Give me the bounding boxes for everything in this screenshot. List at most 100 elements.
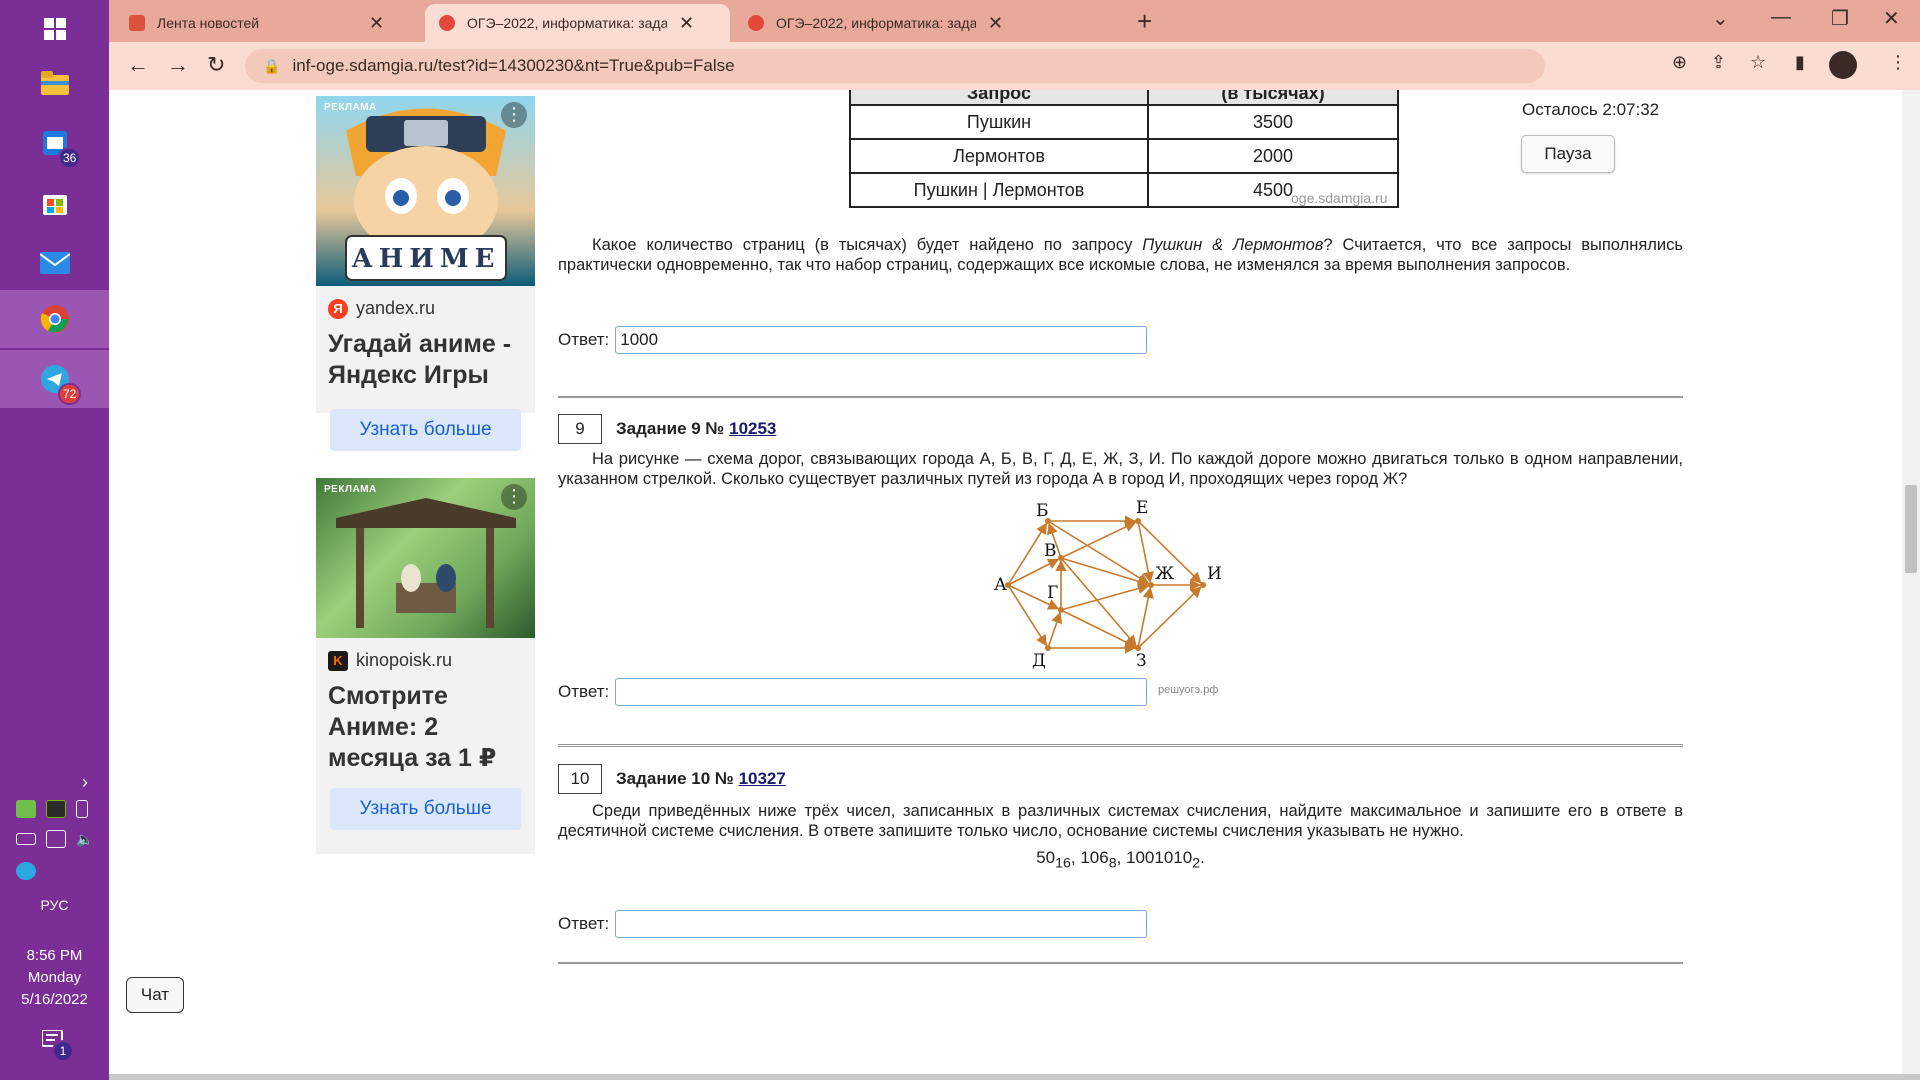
address-bar[interactable]: 🔒 inf-oge.sdamgia.ru/test?id=14300230&nt… xyxy=(245,49,1545,83)
outlook-mail-icon[interactable] xyxy=(0,234,109,292)
side-panel-icon[interactable]: ▮ xyxy=(1795,52,1805,73)
answer-label: Ответ: xyxy=(558,914,610,933)
nvidia-icon[interactable] xyxy=(16,800,36,818)
number-base: 16 xyxy=(1055,855,1071,872)
store-icon[interactable] xyxy=(0,174,109,232)
back-arrow-icon[interactable]: ← xyxy=(127,52,149,78)
ad-title[interactable]: Смотрите Аниме: 2 месяца за 1 ₽ xyxy=(316,671,535,774)
ad-source-domain: yandex.ru xyxy=(356,298,436,318)
chat-button[interactable]: Чат xyxy=(126,977,184,1013)
ad-learn-more-button[interactable]: Узнать больше xyxy=(330,788,521,830)
web-page: РЕКЛАМА ⋮ АНИМЕ Я yandex.ru Угадай аниме… xyxy=(109,90,1920,1080)
table-header-count: (в тысячах) xyxy=(1147,90,1399,106)
task-number-box[interactable]: 9 xyxy=(558,414,602,444)
reload-icon[interactable]: ↻ xyxy=(207,52,225,78)
tab-oge[interactable]: ОГЭ–2022, информатика: задания ✕ xyxy=(734,4,1034,42)
task-id-link[interactable]: 10253 xyxy=(729,419,776,438)
tab-oge-active[interactable]: ОГЭ–2022, информатика: задания ✕ xyxy=(425,4,730,42)
task10-answer-input[interactable] xyxy=(615,910,1148,938)
city-label: З xyxy=(1136,651,1147,671)
windows-start-icon[interactable] xyxy=(0,0,109,58)
ad-title[interactable]: Угадай аниме - Яндекс Игры xyxy=(316,319,535,391)
volume-icon[interactable]: 🔈 xyxy=(76,831,93,848)
close-tab-icon[interactable]: ✕ xyxy=(988,13,1003,34)
number-base: 2 xyxy=(1192,855,1201,872)
close-tab-icon[interactable]: ✕ xyxy=(679,13,694,34)
city-label: Е xyxy=(1136,500,1148,518)
ad-learn-more-button[interactable]: Узнать больше xyxy=(330,409,521,451)
ad-card-kinopoisk[interactable]: РЕКЛАМА ⋮ K kinopoisk.ru Смотрите Аниме:… xyxy=(316,478,535,854)
restore-icon[interactable]: ❐ xyxy=(1831,6,1849,31)
divider xyxy=(558,744,1683,747)
answer-label: Ответ: xyxy=(558,682,610,701)
tab-title: ОГЭ–2022, информатика: задания xyxy=(467,15,667,31)
bookmark-star-icon[interactable]: ☆ xyxy=(1750,52,1766,73)
task8-question: Какое количество страниц (в тысячах) буд… xyxy=(558,235,1683,275)
road-edge-Б-Ж xyxy=(1047,520,1150,585)
tab-search-chevron-icon[interactable]: ⌄ xyxy=(1712,6,1729,31)
notification-badge: 1 xyxy=(52,1040,74,1062)
table-cell: Пушкин | Лермонтов xyxy=(849,172,1149,208)
close-window-icon[interactable]: ✕ xyxy=(1883,6,1900,31)
city-label: А xyxy=(994,575,1007,595)
city-node xyxy=(1200,582,1206,588)
table-row: Пушкин 3500 xyxy=(849,104,1399,140)
task-id-link[interactable]: 10327 xyxy=(739,769,786,788)
minimize-icon[interactable]: — xyxy=(1771,6,1791,29)
clock[interactable]: 8:56 PM Monday 5/16/2022 xyxy=(0,945,109,1011)
language-indicator[interactable]: РУС xyxy=(0,897,109,913)
profile-avatar[interactable] xyxy=(1829,51,1857,79)
task8-answer-input[interactable] xyxy=(615,326,1148,354)
file-explorer-icon[interactable] xyxy=(0,54,109,112)
number-value: 1001010 xyxy=(1126,848,1193,867)
share-icon[interactable]: ⇪ xyxy=(1711,52,1726,73)
ad-card-anime[interactable]: РЕКЛАМА ⋮ АНИМЕ Я yandex.ru Угадай аниме… xyxy=(316,96,535,451)
road-edge-Г-З xyxy=(1060,609,1137,648)
table-cell: Лермонтов xyxy=(849,138,1149,174)
vertical-scrollbar[interactable] xyxy=(1902,90,1920,1080)
notifications-icon[interactable]: 1 xyxy=(41,1029,74,1062)
menu-kebab-icon[interactable]: ⋮ xyxy=(1889,52,1907,73)
task-number-box[interactable]: 10 xyxy=(558,764,602,794)
yandex-logo-icon: Я xyxy=(328,298,348,319)
ad-menu-icon[interactable]: ⋮ xyxy=(501,484,527,510)
city-label: Ж xyxy=(1155,564,1174,584)
chevron-right-icon[interactable]: › xyxy=(82,772,88,793)
task-title-text: Задание 10 № xyxy=(616,769,739,788)
scrollbar-thumb[interactable] xyxy=(1905,485,1917,573)
city-node xyxy=(1135,518,1141,524)
road-graph: А БВ Г Д Е Ж З И решуогэ.рф xyxy=(988,498,1258,700)
battery-icon[interactable] xyxy=(16,833,36,845)
city-node xyxy=(1148,582,1154,588)
ad-menu-icon[interactable]: ⋮ xyxy=(501,102,527,128)
tab-news[interactable]: Лента новостей ✕ xyxy=(115,4,425,42)
browser-tab-strip: Лента новостей ✕ ОГЭ–2022, информатика: … xyxy=(109,0,1920,42)
close-tab-icon[interactable]: ✕ xyxy=(369,13,384,34)
telegram-icon[interactable]: 72 xyxy=(0,350,109,408)
city-label: И xyxy=(1207,564,1222,584)
number-base: 8 xyxy=(1108,855,1117,872)
chrome-icon[interactable] xyxy=(0,290,109,348)
pause-button[interactable]: Пауза xyxy=(1521,135,1615,173)
lock-icon[interactable]: 🔒 xyxy=(263,58,280,75)
usb-icon[interactable] xyxy=(76,800,88,818)
task8-question-start: Какое количество страниц (в тысячах) буд… xyxy=(592,236,1143,254)
answer-label: Ответ: xyxy=(558,330,610,349)
time-remaining: Осталось 2:07:32 xyxy=(1522,100,1660,119)
horizontal-scrollbar[interactable] xyxy=(109,1074,1920,1080)
geforce-icon[interactable] xyxy=(46,800,66,818)
telegram-badge: 72 xyxy=(58,383,82,405)
zoom-icon[interactable]: ⊕ xyxy=(1672,52,1687,73)
telegram-tray-icon[interactable] xyxy=(16,862,36,880)
network-icon[interactable] xyxy=(46,830,66,848)
task9-answer-input[interactable] xyxy=(615,678,1148,706)
ad-image-garden[interactable]: РЕКЛАМА ⋮ xyxy=(316,478,535,638)
table-header-query: Запрос xyxy=(849,90,1149,106)
city-label: Б xyxy=(1036,501,1049,521)
ad-image-anime[interactable]: РЕКЛАМА ⋮ АНИМЕ xyxy=(316,96,535,286)
task-title: Задание 9 № 10253 xyxy=(616,419,776,439)
mail-app-icon[interactable]: 36 xyxy=(0,114,109,172)
new-tab-plus-icon[interactable]: + xyxy=(1137,6,1152,37)
forward-arrow-icon[interactable]: → xyxy=(167,52,189,78)
task8-query: Пушкин & Лермонтов xyxy=(1142,236,1324,254)
